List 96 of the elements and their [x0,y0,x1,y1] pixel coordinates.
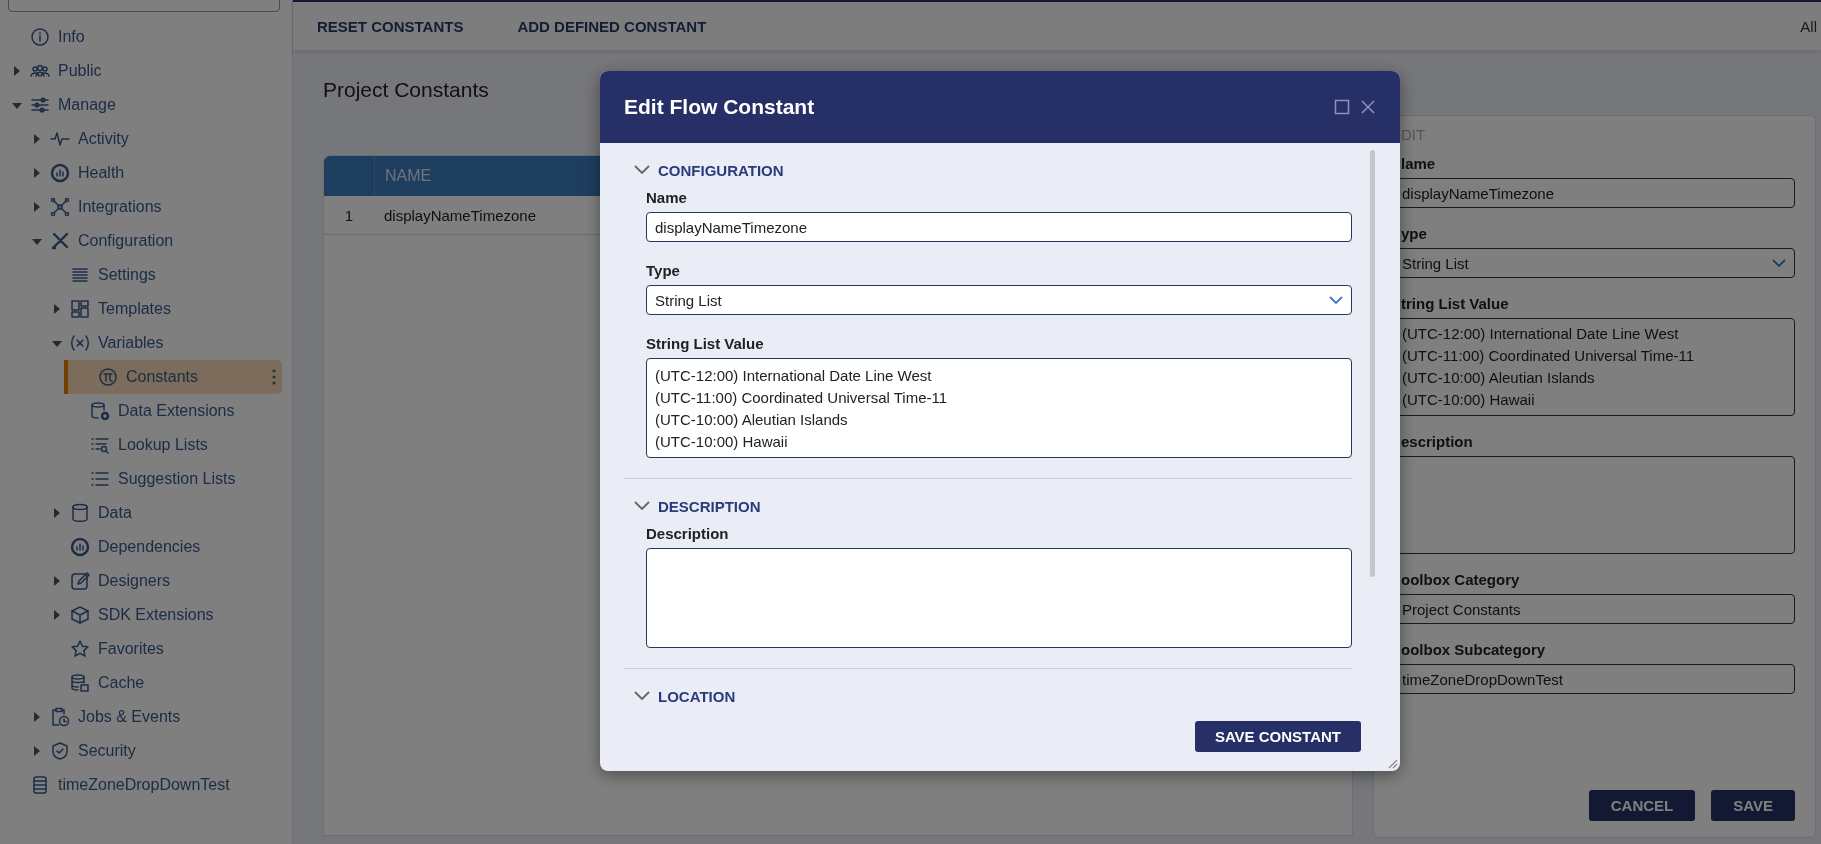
star-icon [70,639,90,659]
modal-title: Edit Flow Constant [624,95,815,119]
grid-icon [70,299,90,319]
field-label: Name [646,189,688,206]
field-label: lame [1401,155,1437,172]
sidebar-item[interactable]: Integrations [78,198,162,216]
sidebar-item[interactable]: Settings [98,266,156,284]
sidebar-item[interactable]: Jobs & Events [78,708,181,726]
gauge-icon [50,163,70,183]
caret-icon[interactable] [52,576,62,586]
caret-icon[interactable] [52,610,62,620]
caret-icon[interactable] [12,100,22,110]
tools-icon [50,231,70,251]
network-icon [50,197,70,217]
field-label: oolbox Subcategory [1401,641,1547,658]
box-icon [70,605,90,625]
field-label: escription [1401,433,1474,450]
field-label: ype [1401,225,1428,242]
section-title[interactable]: DESCRIPTION [658,497,761,515]
caret-icon[interactable] [52,508,62,518]
database-icon [70,673,90,693]
caret-icon[interactable] [32,202,42,212]
info-icon [30,27,50,47]
table-cell[interactable]: displayNameTimezone [374,196,536,234]
sidebar-item[interactable]: Templates [98,300,171,318]
shield-icon [50,741,70,761]
caret-icon[interactable] [32,134,42,144]
sidebar-item[interactable]: Cache [98,674,145,692]
sidebar-item[interactable]: Security [78,742,136,760]
caret-icon[interactable] [12,66,22,76]
page-title: Project Constants [323,78,490,102]
panel-button[interactable]: SAVE [1711,790,1795,821]
variable-icon [70,333,90,353]
sidebar-item[interactable]: timeZoneDropDownTest [58,776,230,794]
file-stack-icon [30,775,50,795]
sidebar-item[interactable]: Data Extensions [118,402,235,420]
sidebar-item[interactable]: Lookup Lists [118,436,208,454]
field-label: Description [646,525,730,542]
list-search-icon [90,435,110,455]
caret-icon[interactable] [32,236,42,246]
sidebar-item[interactable]: Activity [78,130,129,148]
sidebar-item[interactable]: Designers [98,572,171,590]
filter-dropdown[interactable]: All [1800,17,1817,35]
caret-icon[interactable] [32,746,42,756]
sidebar-item[interactable]: Variables [98,334,164,352]
gauge-icon [70,537,90,557]
text-field[interactable]: displayNameTimezone [646,212,1352,242]
sliders-icon [30,95,50,115]
column-header[interactable]: NAME [375,156,432,196]
maximize-icon[interactable] [1334,99,1350,115]
sidebar-item[interactable]: Health [78,164,125,182]
sidebar-item[interactable]: Dependencies [98,538,201,556]
field-label: oolbox Category [1401,571,1521,588]
list-icon [90,469,110,489]
type-dropdown[interactable]: String List [646,285,1352,315]
save-constant-button[interactable]: SAVE CONSTANT [1194,721,1361,752]
toolbar-button[interactable]: ADD DEFINED CONSTANT [509,11,715,41]
chevron-icon[interactable] [634,691,650,701]
field-label: tring List Value [1401,295,1510,312]
pencil-icon [70,571,90,591]
panel-button[interactable]: CANCEL [1588,790,1696,821]
field-label: String List Value [646,335,765,352]
clipboard-clock-icon [50,707,70,727]
section-title[interactable]: CONFIGURATION [658,161,784,179]
database-gear-icon [90,401,110,421]
sidebar-item[interactable]: Data [98,504,132,522]
caret-icon[interactable] [32,168,42,178]
chevron-down-icon [1329,296,1343,304]
close-icon[interactable] [1360,99,1376,115]
more-icon[interactable] [272,369,276,385]
lines-icon [70,265,90,285]
pulse-icon [50,129,70,149]
sidebar-item[interactable]: Favorites [98,640,164,658]
sidebar-item[interactable]: Suggestion Lists [118,470,236,488]
resize-grip-icon[interactable] [1386,757,1398,769]
sidebar-item[interactable]: Info [58,28,85,46]
caret-icon[interactable] [52,338,62,348]
pi-icon [98,367,118,387]
sidebar-item[interactable]: Constants [126,368,199,386]
text-area[interactable]: (UTC-12:00) International Date Line West (UTC-11:00) Coordinated Universal Time-11 (UTC-10:00) Aleutian Islands (UTC-10:00) Hawaii [646,358,1352,458]
row-number: 1 [343,205,355,226]
toolbar-button[interactable]: RESET CONSTANTS [309,11,472,41]
chevron-icon[interactable] [634,165,650,175]
sidebar-item[interactable]: Public [58,62,102,80]
caret-icon[interactable] [32,712,42,722]
chevron-down-icon [1772,259,1786,267]
caret-icon[interactable] [52,304,62,314]
sidebar-item[interactable]: Manage [58,96,116,114]
field-label: Type [646,262,681,279]
chevron-icon[interactable] [634,501,650,511]
sidebar-item[interactable]: Configuration [78,232,174,250]
cylinder-icon [70,503,90,523]
scroll-thumb[interactable] [1370,150,1375,577]
sidebar-item[interactable]: SDK Extensions [98,606,214,624]
text-area[interactable] [646,548,1352,648]
section-title[interactable]: LOCATION [658,687,736,705]
